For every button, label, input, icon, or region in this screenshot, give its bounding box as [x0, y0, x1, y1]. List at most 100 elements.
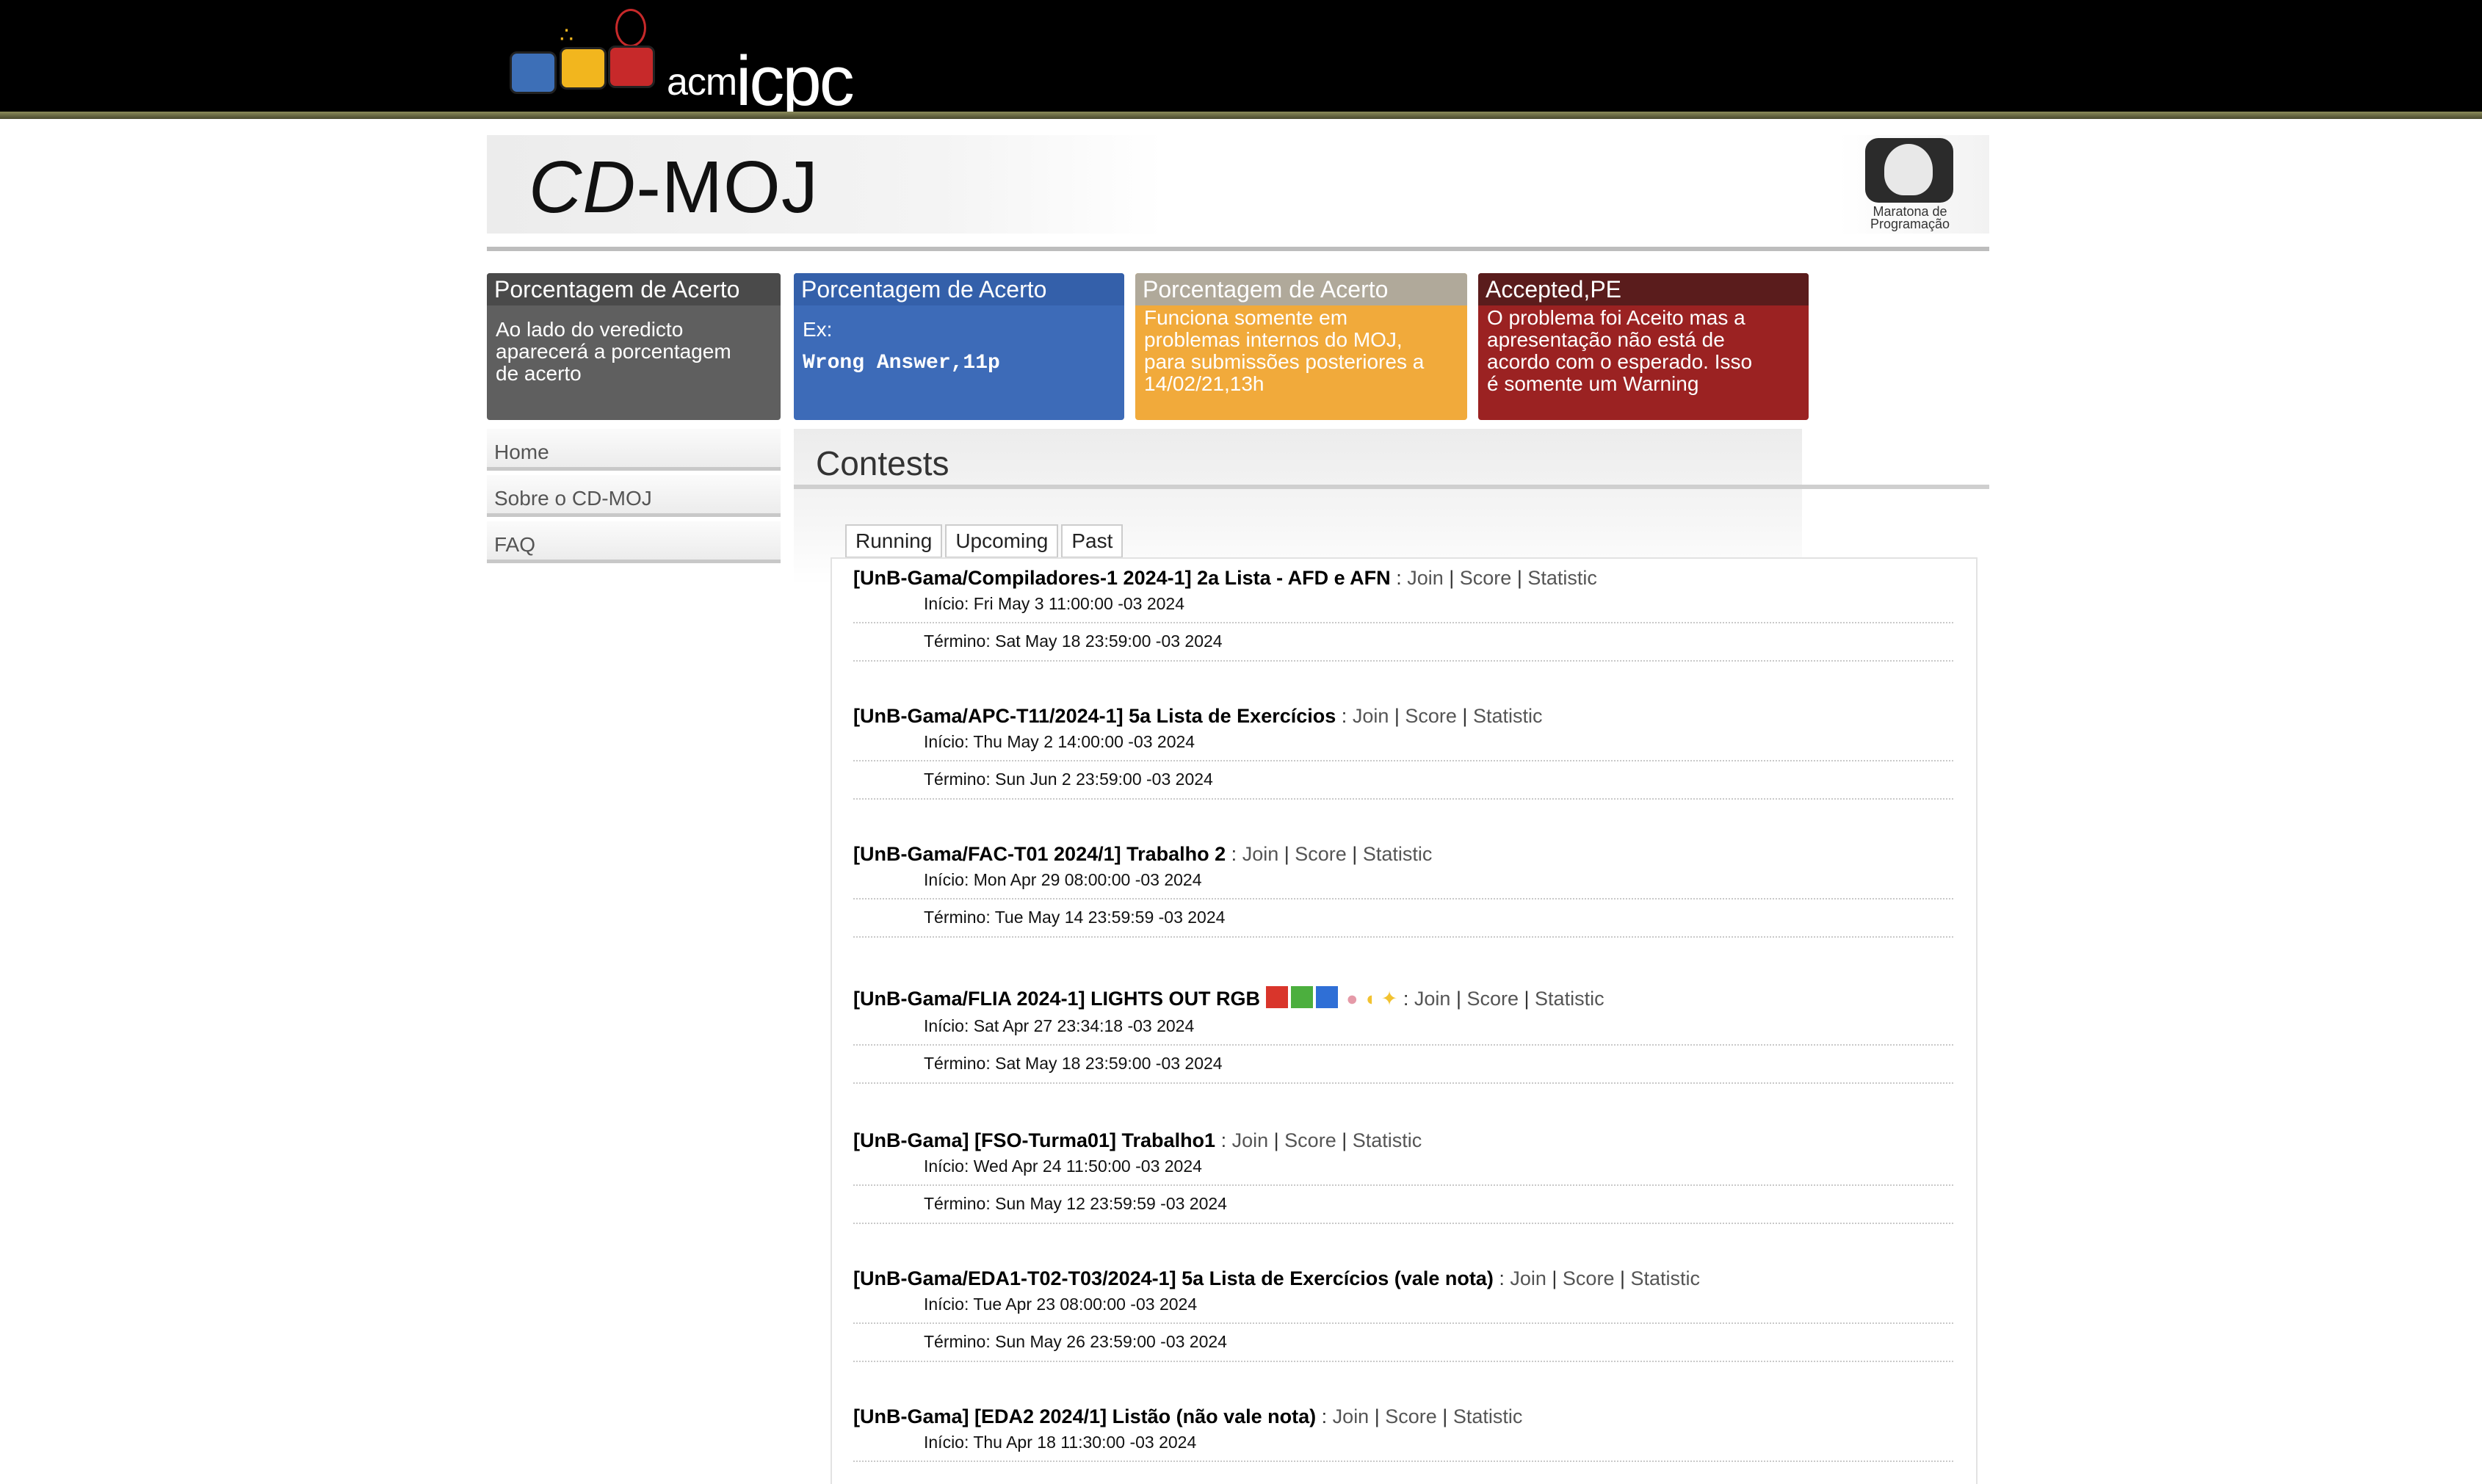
- contests-heading: Contests: [816, 444, 949, 482]
- score-link[interactable]: Score: [1460, 567, 1512, 589]
- contest-title-line: [UnB-Gama/Compiladores-1 2024-1] 2a List…: [853, 566, 1953, 590]
- statistic-link[interactable]: Statistic: [1527, 567, 1597, 589]
- info-box-title: Porcentagem de Acerto: [794, 273, 1124, 305]
- info-box-line: O problema foi Aceito mas a: [1487, 306, 1745, 329]
- sidebar-nav: Home Sobre o CD-MOJ FAQ: [487, 429, 781, 568]
- statistic-link[interactable]: Statistic: [1535, 988, 1604, 1010]
- site-title[interactable]: CD-MOJ: [529, 145, 819, 230]
- info-box-percentage: Porcentagem de Acerto Ao lado do veredic…: [487, 273, 781, 420]
- header-divider: [487, 247, 1989, 251]
- join-link[interactable]: Join: [1242, 843, 1279, 865]
- banner-stripe: [0, 112, 2482, 119]
- separator: |: [1443, 567, 1460, 589]
- contest-name: [UnB-Gama] [FSO-Turma01] Trabalho1: [853, 1129, 1216, 1151]
- info-box-line: é somente um Warning: [1487, 372, 1699, 395]
- statistic-link[interactable]: Statistic: [1473, 705, 1543, 727]
- contests-divider: [794, 485, 1989, 489]
- score-link[interactable]: Score: [1405, 705, 1457, 727]
- tab-running[interactable]: Running: [845, 524, 943, 558]
- info-box-line: Ex:: [803, 318, 833, 341]
- score-link[interactable]: Score: [1466, 988, 1519, 1010]
- join-link[interactable]: Join: [1232, 1129, 1269, 1151]
- acm-icpc-logo: ∴ acm icpc: [507, 7, 874, 120]
- score-link[interactable]: Score: [1295, 843, 1347, 865]
- statistic-link[interactable]: Statistic: [1453, 1405, 1523, 1427]
- separator: :: [1396, 567, 1408, 589]
- info-box-line: problemas internos do MOJ,: [1144, 328, 1403, 351]
- contest-start: Início: Thu May 2 14:00:00 -03 2024: [853, 728, 1953, 761]
- info-box-line: Ao lado do veredicto: [496, 318, 684, 341]
- balloon-icon: [615, 9, 646, 47]
- separator: |: [1389, 705, 1405, 727]
- join-link[interactable]: Join: [1353, 705, 1389, 727]
- separator: |: [1278, 843, 1295, 865]
- contest-start: Início: Mon Apr 29 08:00:00 -03 2024: [853, 866, 1953, 900]
- info-box-line: acordo com o esperado. Isso: [1487, 350, 1753, 373]
- contest-start: Início: Thu Apr 18 11:30:00 -03 2024: [853, 1428, 1953, 1462]
- red-square-icon: [608, 46, 655, 88]
- contest-title-line: [UnB-Gama] [FSO-Turma01] Trabalho1 : Joi…: [853, 1129, 1953, 1152]
- join-link[interactable]: Join: [1333, 1405, 1370, 1427]
- contest-start: Início: Sat Apr 27 23:34:18 -03 2024: [853, 1010, 1953, 1046]
- contest-name: [UnB-Gama/EDA1-T02-T03/2024-1] 5a Lista …: [853, 1267, 1494, 1289]
- list-item: [UnB-Gama/FLIA 2024-1] LIGHTS OUT RGB ● …: [853, 986, 1953, 1084]
- contest-title-line: [UnB-Gama] [EDA2 2024/1] Listão (não val…: [853, 1405, 1953, 1428]
- list-item: [UnB-Gama] [EDA2 2024/1] Listão (não val…: [853, 1405, 1953, 1462]
- list-item: [UnB-Gama/Compiladores-1 2024-1] 2a List…: [853, 566, 1953, 662]
- site-title-rest: -MOJ: [636, 146, 819, 228]
- example-verdict: Wrong Answer,11p: [803, 352, 1000, 374]
- brain-emoji-icon: ●: [1346, 988, 1358, 1010]
- list-item: [UnB-Gama] [FSO-Turma01] Trabalho1 : Joi…: [853, 1129, 1953, 1224]
- separator: :: [1341, 705, 1353, 727]
- join-link[interactable]: Join: [1407, 567, 1444, 589]
- statistic-link[interactable]: Statistic: [1353, 1129, 1422, 1151]
- nav-item-faq[interactable]: FAQ: [487, 521, 781, 563]
- tab-upcoming[interactable]: Upcoming: [945, 524, 1059, 558]
- nav-item-about[interactable]: Sobre o CD-MOJ: [487, 475, 781, 517]
- statistic-link[interactable]: Statistic: [1363, 843, 1433, 865]
- contest-title-line: [UnB-Gama/EDA1-T02-T03/2024-1] 5a Lista …: [853, 1267, 1953, 1290]
- separator: |: [1511, 567, 1528, 589]
- contest-end: Término: Sat May 18 23:59:00 -03 2024: [853, 1046, 1953, 1084]
- info-box-line: aparecerá a porcentagem: [496, 340, 731, 363]
- score-link[interactable]: Score: [1284, 1129, 1336, 1151]
- separator: |: [1546, 1267, 1563, 1289]
- separator: |: [1456, 705, 1473, 727]
- maratona-caption: Maratona de Programação: [1862, 205, 1958, 231]
- join-link[interactable]: Join: [1510, 1267, 1546, 1289]
- score-link[interactable]: Score: [1563, 1267, 1615, 1289]
- contest-start: Início: Wed Apr 24 11:50:00 -03 2024: [853, 1152, 1953, 1186]
- contest-end: Término: Sun May 12 23:59:59 -03 2024: [853, 1186, 1953, 1224]
- separator: :: [1499, 1267, 1510, 1289]
- separator: |: [1614, 1267, 1631, 1289]
- icpc-text: icpc: [736, 42, 855, 120]
- acm-text: acm: [667, 61, 737, 104]
- info-box-title: Porcentagem de Acerto: [487, 273, 781, 305]
- lightbulb-emoji-icon: ◖: [1363, 988, 1376, 1010]
- separator: |: [1436, 1405, 1453, 1427]
- statistic-link[interactable]: Statistic: [1631, 1267, 1701, 1289]
- contest-title-line: [UnB-Gama/APC-T11/2024-1] 5a Lista de Ex…: [853, 704, 1953, 728]
- score-link[interactable]: Score: [1385, 1405, 1437, 1427]
- contest-name: [UnB-Gama/FLIA 2024-1] LIGHTS OUT RGB: [853, 988, 1261, 1010]
- tab-past[interactable]: Past: [1061, 524, 1124, 558]
- separator: :: [1231, 843, 1242, 865]
- contest-title-line: [UnB-Gama/FAC-T01 2024/1] Trabalho 2 : J…: [853, 842, 1953, 866]
- separator: |: [1268, 1129, 1285, 1151]
- nav-item-home[interactable]: Home: [487, 429, 781, 471]
- join-link[interactable]: Join: [1414, 988, 1451, 1010]
- maratona-caption-line-2: Programação: [1870, 217, 1950, 231]
- info-box-accepted-pe: Accepted,PE O problema foi Aceito mas a …: [1478, 273, 1809, 420]
- contest-tabs: Running Upcoming Past: [845, 524, 1126, 558]
- info-box-line: de acerto: [496, 362, 582, 385]
- green-square-emoji-icon: [1290, 986, 1313, 1008]
- separator: |: [1450, 988, 1467, 1010]
- face-silhouette-icon: [1884, 144, 1933, 195]
- list-item: [UnB-Gama/APC-T11/2024-1] 5a Lista de Ex…: [853, 704, 1953, 800]
- info-box-line: apresentação não está de: [1487, 328, 1725, 351]
- info-box-line: para submissões posteriores a: [1144, 350, 1425, 373]
- contest-end: Término: Sat May 18 23:59:00 -03 2024: [853, 623, 1953, 662]
- info-box-example: Porcentagem de Acerto Ex: Wrong Answer,1…: [794, 273, 1124, 420]
- contest-name: [UnB-Gama] [EDA2 2024/1] Listão (não val…: [853, 1405, 1317, 1427]
- separator: |: [1369, 1405, 1386, 1427]
